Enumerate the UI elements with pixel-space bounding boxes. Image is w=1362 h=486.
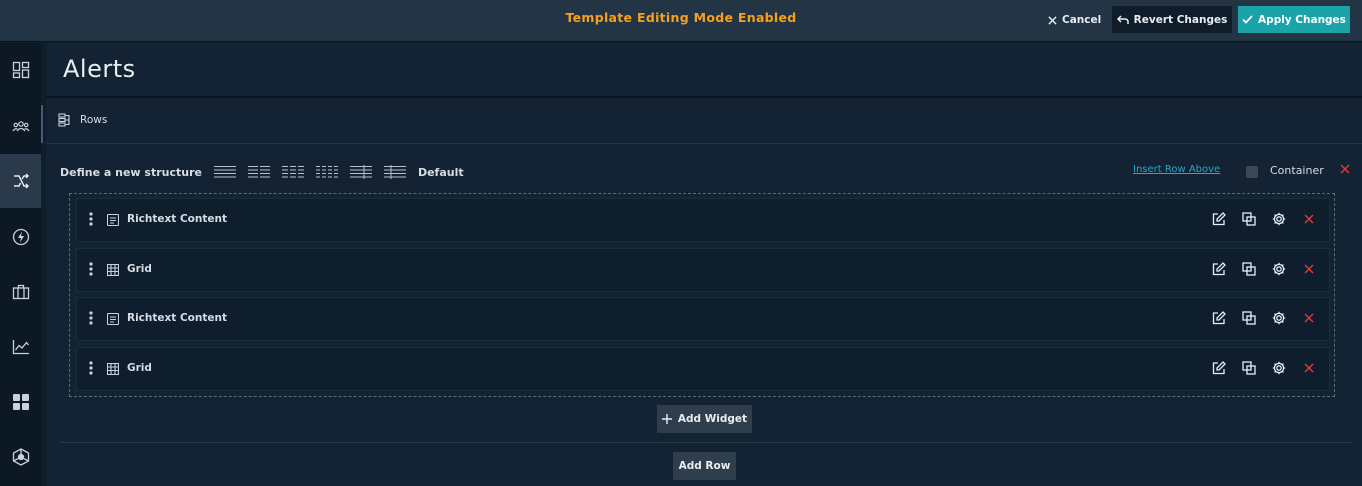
- layout-wide-narrow-icon[interactable]: [349, 165, 372, 179]
- duplicate-icon[interactable]: [1241, 310, 1257, 326]
- page-title: Alerts: [63, 55, 136, 83]
- drag-handle-icon[interactable]: [89, 361, 93, 375]
- rows-icon: [58, 113, 72, 127]
- gear-icon[interactable]: [1271, 310, 1287, 326]
- structure-selector: Define a new structure Default: [60, 165, 464, 179]
- widget-name: Richtext Content: [127, 312, 228, 324]
- briefcase-icon: [12, 284, 30, 300]
- widget-actions: [1211, 211, 1317, 227]
- widget-row: Richtext Content: [76, 297, 1330, 341]
- users-icon: [12, 119, 30, 133]
- edit-icon[interactable]: [1211, 360, 1227, 376]
- sidebar-scrollbar[interactable]: [41, 105, 43, 143]
- plus-icon: [661, 414, 672, 424]
- close-icon: [1048, 15, 1057, 25]
- apply-changes-button[interactable]: Apply Changes: [1238, 6, 1350, 33]
- sidebar-nav: [0, 43, 41, 486]
- delete-widget-icon[interactable]: [1301, 310, 1317, 326]
- sidebar-item-workflows[interactable]: [0, 154, 41, 208]
- add-widget-label: Add Widget: [677, 413, 748, 425]
- add-row-button[interactable]: Add Row: [673, 452, 736, 480]
- duplicate-icon[interactable]: [1241, 261, 1257, 277]
- chart-line-icon: [12, 339, 30, 355]
- drag-handle-icon[interactable]: [89, 262, 93, 276]
- dashboard-icon: [12, 61, 30, 79]
- sidebar-item-dashboard[interactable]: [0, 43, 41, 97]
- bolt-icon: [12, 228, 30, 246]
- check-icon: [1242, 15, 1253, 24]
- edit-mode-banner: Template Editing Mode Enabled Cancel Rev…: [0, 0, 1362, 42]
- widget-name: Richtext Content: [127, 213, 228, 225]
- edit-icon[interactable]: [1211, 261, 1227, 277]
- add-widget-button[interactable]: Add Widget: [657, 405, 752, 433]
- delete-row-icon[interactable]: [1340, 164, 1350, 174]
- widget-row: Grid: [76, 248, 1330, 292]
- delete-widget-icon[interactable]: [1301, 360, 1317, 376]
- widget-actions: [1211, 360, 1317, 376]
- cancel-button[interactable]: Cancel: [1044, 8, 1105, 32]
- sidebar-item-cases[interactable]: [0, 265, 41, 319]
- container-label: Container: [1270, 164, 1324, 177]
- drag-handle-icon[interactable]: [89, 212, 93, 226]
- delete-widget-icon[interactable]: [1301, 261, 1317, 277]
- row-divider: [60, 442, 1352, 443]
- undo-icon: [1116, 14, 1129, 25]
- apps-grid-icon: [12, 393, 30, 411]
- title-divider: [46, 96, 1362, 98]
- widget-actions: [1211, 261, 1317, 277]
- richtext-icon: [107, 313, 119, 325]
- rows-label: Rows: [80, 114, 108, 126]
- sidebar-item-integrations[interactable]: [0, 430, 41, 484]
- widget-row: Richtext Content: [76, 198, 1330, 242]
- edit-icon[interactable]: [1211, 211, 1227, 227]
- drag-handle-icon[interactable]: [89, 311, 93, 325]
- gear-icon[interactable]: [1271, 360, 1287, 376]
- structure-label: Define a new structure: [60, 165, 202, 179]
- edit-icon[interactable]: [1211, 310, 1227, 326]
- duplicate-icon[interactable]: [1241, 211, 1257, 227]
- network-icon: [12, 448, 30, 466]
- gear-icon[interactable]: [1271, 261, 1287, 277]
- layout-narrow-wide-icon[interactable]: [383, 165, 406, 179]
- layout-4-column-icon[interactable]: [315, 165, 338, 179]
- layout-1-column-icon[interactable]: [213, 165, 236, 179]
- grid-table-icon: [107, 363, 119, 375]
- sidebar-item-automation[interactable]: [0, 210, 41, 264]
- widget-name: Grid: [127, 263, 152, 275]
- revert-changes-button[interactable]: Revert Changes: [1112, 6, 1232, 33]
- widget-name: Grid: [127, 362, 152, 374]
- container-checkbox[interactable]: [1246, 166, 1258, 178]
- sidebar-item-apps[interactable]: [0, 375, 41, 429]
- sidebar-item-reports[interactable]: [0, 320, 41, 374]
- grid-table-icon: [107, 264, 119, 276]
- insert-row-above-link[interactable]: Insert Row Above: [1133, 164, 1220, 175]
- sidebar-item-users[interactable]: [0, 99, 41, 153]
- rows-section-header: Rows: [58, 113, 107, 127]
- widget-actions: [1211, 310, 1317, 326]
- apply-label: Apply Changes: [1258, 13, 1346, 26]
- revert-label: Revert Changes: [1133, 13, 1228, 26]
- gear-icon[interactable]: [1271, 211, 1287, 227]
- layout-3-column-icon[interactable]: [281, 165, 304, 179]
- layout-2-column-icon[interactable]: [247, 165, 270, 179]
- cancel-label: Cancel: [1062, 14, 1102, 26]
- rows-divider: [46, 143, 1362, 144]
- shuffle-icon: [12, 172, 30, 190]
- delete-widget-icon[interactable]: [1301, 211, 1317, 227]
- duplicate-icon[interactable]: [1241, 360, 1257, 376]
- row-container: Richtext Content Grid Richtext Content G…: [69, 193, 1335, 397]
- richtext-icon: [107, 214, 119, 226]
- main-content: Alerts Rows Define a new structure Defau…: [46, 43, 1362, 486]
- widget-row: Grid: [76, 347, 1330, 391]
- structure-default-option[interactable]: Default: [418, 166, 464, 179]
